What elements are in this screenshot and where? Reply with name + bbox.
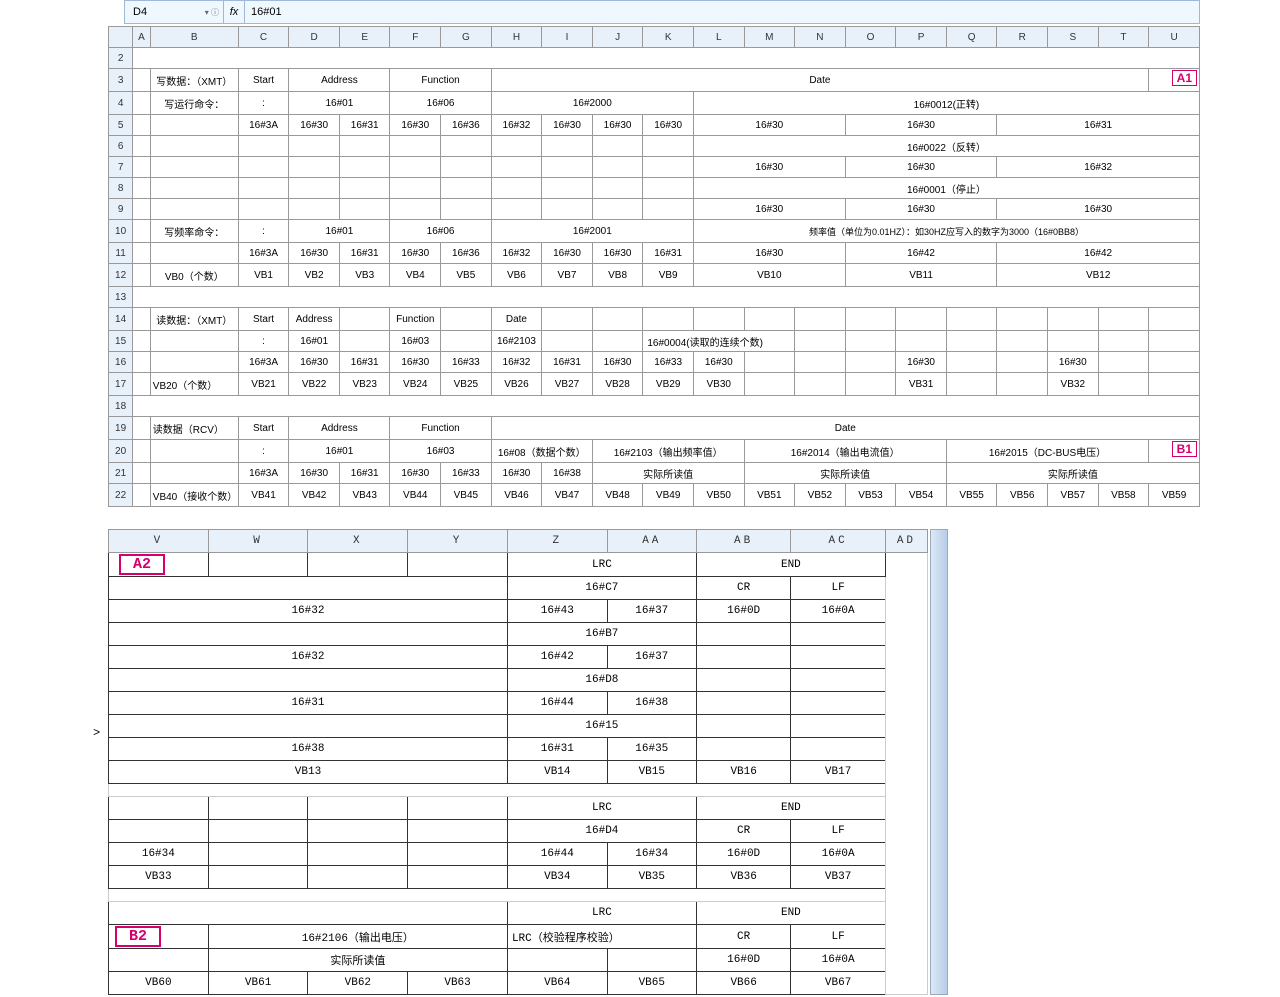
column-header-row: ABCDEFGHIJKLMNOPQRSTU [109, 27, 1200, 48]
formula-value[interactable]: 16#01 [245, 6, 282, 18]
fx-icon[interactable]: fx [224, 1, 245, 23]
spreadsheet-bottom[interactable]: VWXYZAAABACAD A2 LRCEND 16#C7CRLF 16#321… [108, 529, 928, 995]
table-row: 3 写数据：（XMT）Start AddressFunction Date [109, 69, 1200, 92]
cell-reference: D4 [133, 6, 147, 18]
spreadsheet-top[interactable]: ABCDEFGHIJKLMNOPQRSTU 2 3 写数据：（XMT）Start… [108, 26, 1200, 507]
chevron-down-icon[interactable]: ▾ ⓘ [205, 7, 219, 18]
arrow-icon: > [93, 726, 100, 740]
cell-reference-box[interactable]: D4 ▾ ⓘ [125, 1, 224, 23]
annotation-a1 [1149, 69, 1200, 92]
formula-bar: D4 ▾ ⓘ fx 16#01 [124, 0, 1200, 24]
annotation-b2: B2 [115, 926, 161, 947]
annotation-b1 [1149, 440, 1200, 463]
vertical-scrollbar[interactable] [930, 529, 948, 995]
select-all-cell[interactable] [109, 27, 133, 48]
annotation-a2: A2 [119, 554, 165, 575]
column-header-row: VWXYZAAABACAD [109, 530, 928, 553]
